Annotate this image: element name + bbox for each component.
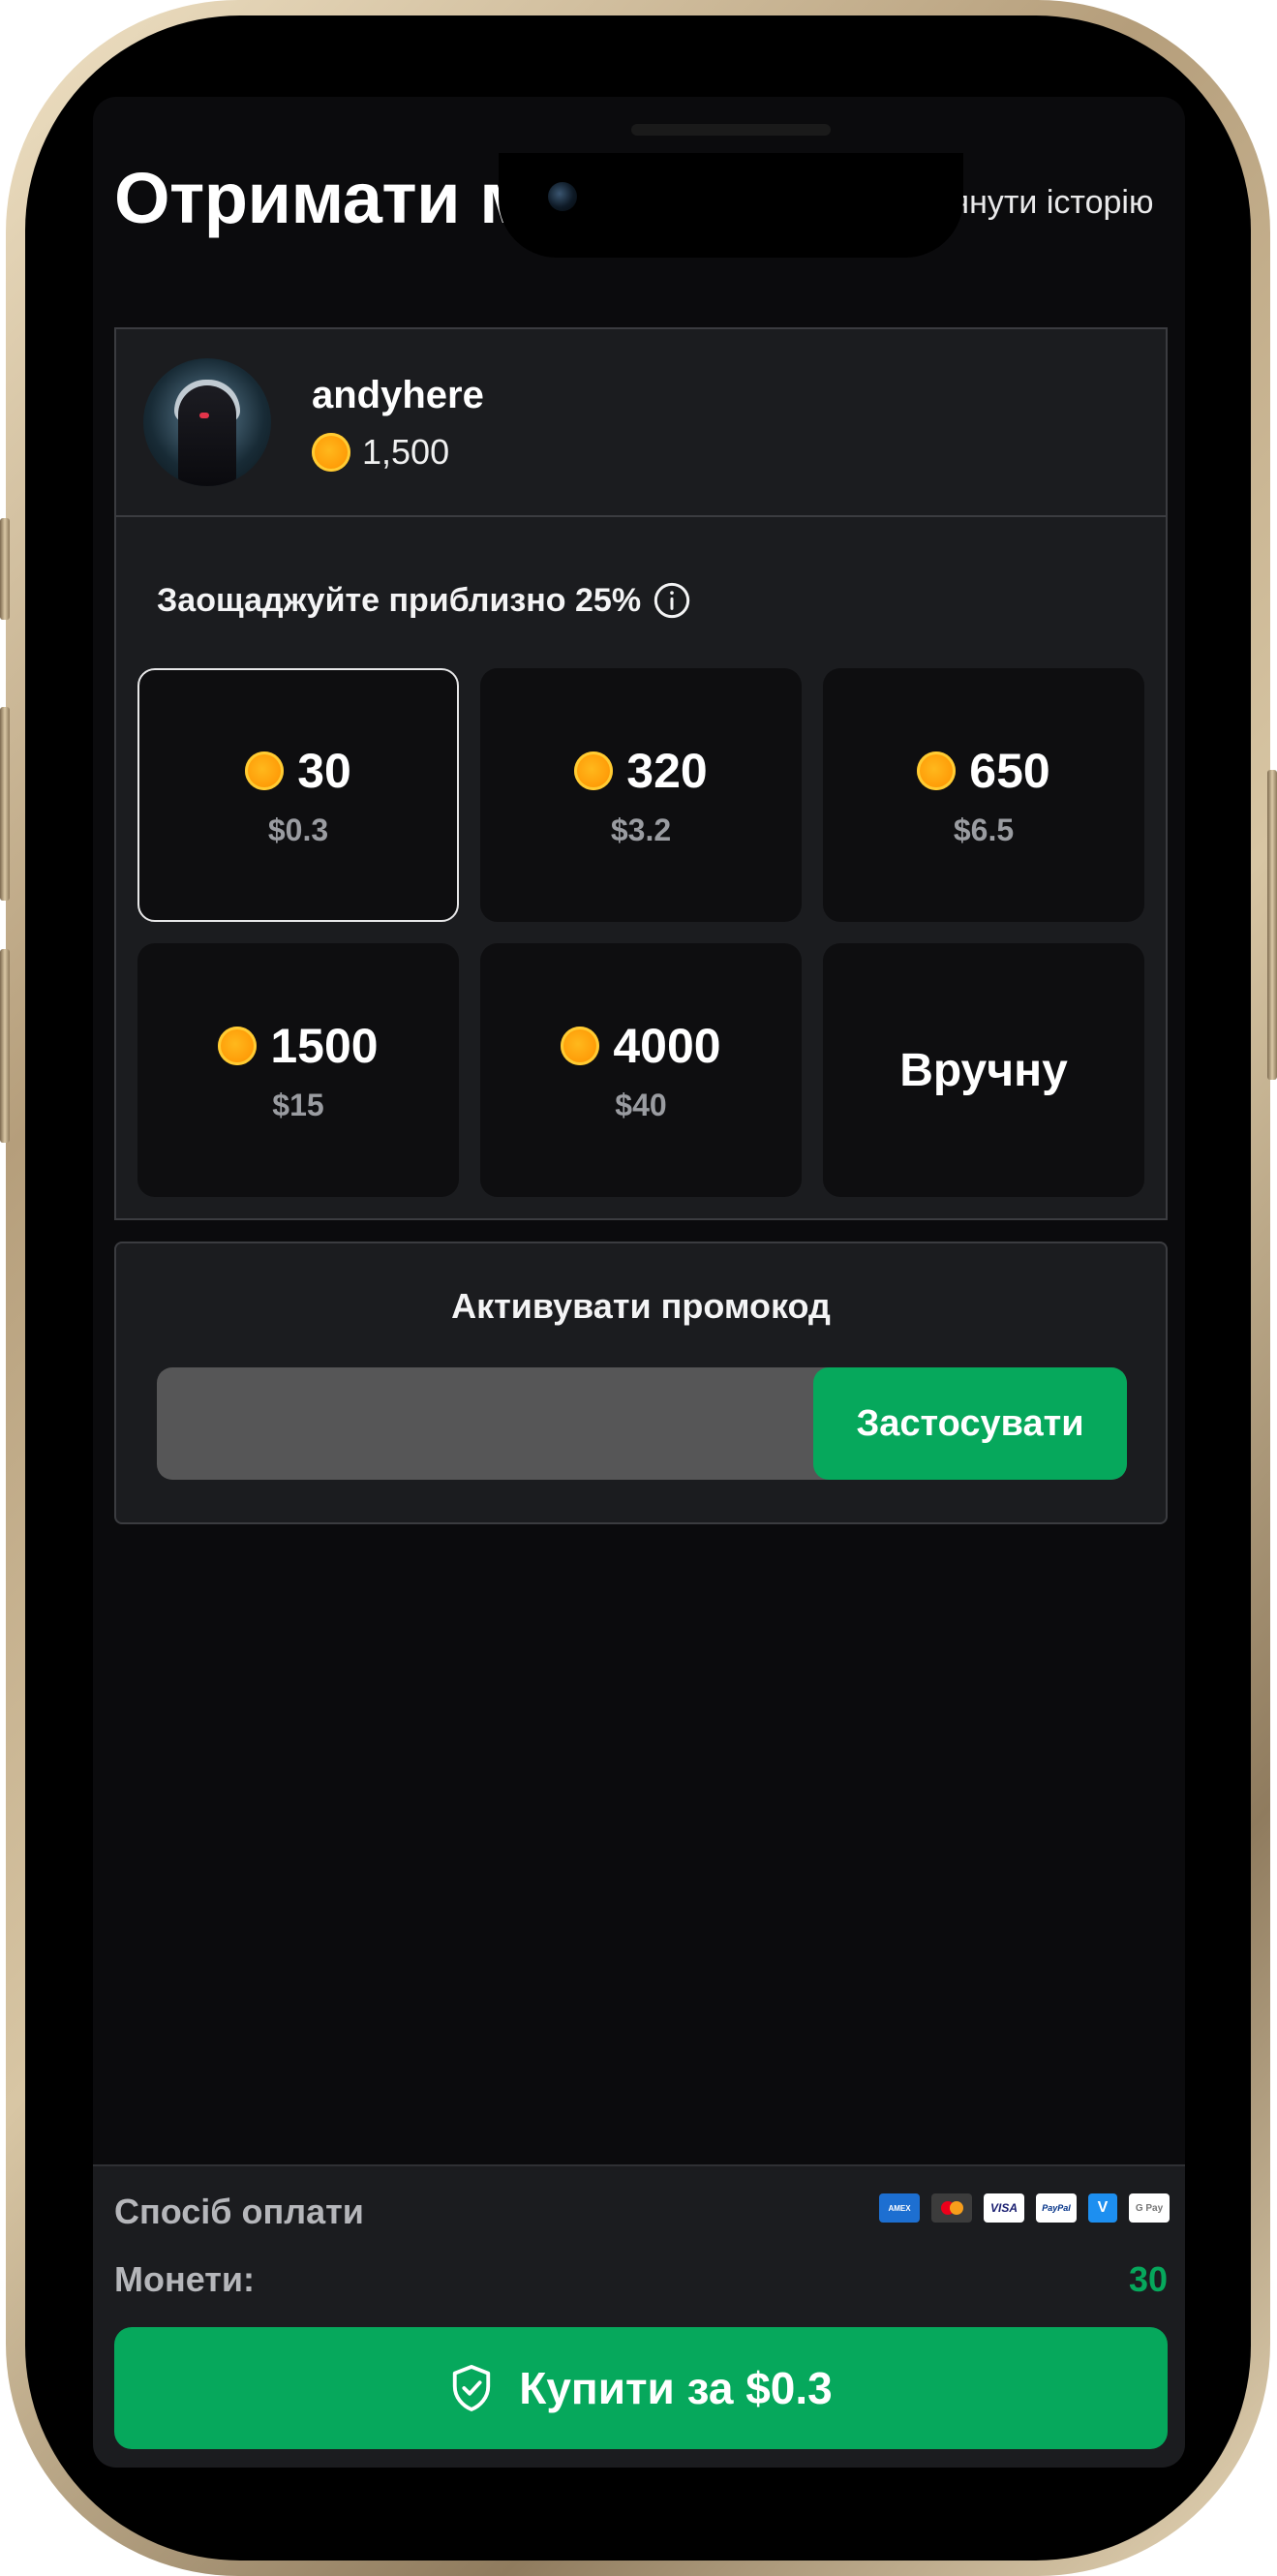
- package-option-30[interactable]: 30 $0.3: [137, 668, 459, 922]
- coin-icon: [561, 1026, 600, 1065]
- buy-button[interactable]: Купити за $0.3: [114, 2327, 1168, 2449]
- package-amount: 30: [245, 743, 351, 799]
- paypal-icon: PayPal: [1036, 2193, 1077, 2223]
- savings-note: Заощаджуйте приблизно 25%: [157, 581, 691, 620]
- package-price: $3.2: [610, 812, 672, 847]
- package-amount-value: 320: [626, 743, 708, 798]
- package-amount: 4000: [561, 1018, 721, 1074]
- coin-packages-panel: Заощаджуйте приблизно 25% 30 $0.3 320 $3…: [114, 515, 1168, 1220]
- package-price: $40: [615, 1087, 667, 1122]
- package-price: $6.5: [953, 812, 1015, 847]
- custom-amount-label: Вручну: [899, 1044, 1068, 1096]
- avatar: [143, 358, 271, 486]
- savings-note-text: Заощаджуйте приблизно 25%: [157, 581, 642, 619]
- coin-icon: [574, 751, 614, 790]
- package-price: $0.3: [267, 812, 329, 847]
- package-option-320[interactable]: 320 $3.2: [480, 668, 802, 922]
- checkout-bar: Спосіб оплати AMEX VISA PayPal V G Pay М…: [93, 2164, 1185, 2468]
- mastercard-icon: [931, 2193, 972, 2223]
- apply-promo-button[interactable]: Застосувати: [813, 1367, 1127, 1480]
- google-pay-icon: G Pay: [1129, 2193, 1170, 2223]
- front-camera: [548, 182, 577, 211]
- venmo-icon: V: [1088, 2193, 1117, 2223]
- payment-method-icons: AMEX VISA PayPal V G Pay: [879, 2193, 1170, 2223]
- package-option-4000[interactable]: 4000 $40: [480, 943, 802, 1197]
- package-amount: 320: [574, 743, 708, 799]
- info-icon[interactable]: [653, 581, 691, 620]
- silent-switch: [0, 518, 10, 620]
- volume-up-button: [0, 707, 10, 901]
- coins-label: Монети:: [114, 2259, 256, 2299]
- package-price: $15: [272, 1087, 324, 1122]
- promo-code-panel: Активувати промокод Застосувати: [114, 1242, 1168, 1524]
- promo-code-title: Активувати промокод: [451, 1286, 831, 1326]
- coin-icon: [245, 751, 285, 790]
- payment-method-label: Спосіб оплати: [114, 2192, 364, 2231]
- speaker-grille: [631, 124, 831, 136]
- buy-button-label: Купити за $0.3: [519, 2363, 833, 2413]
- username: andyhere: [312, 374, 484, 416]
- coins-value: 30: [1128, 2259, 1168, 2299]
- power-button: [1267, 770, 1277, 1080]
- coin-icon: [917, 751, 957, 790]
- package-amount-value: 30: [297, 743, 351, 798]
- promo-code-input[interactable]: [157, 1367, 809, 1480]
- shield-check-icon: [453, 2365, 491, 2411]
- package-amount-value: 1500: [270, 1018, 379, 1073]
- coin-icon: [312, 433, 350, 472]
- volume-down-button: [0, 949, 10, 1143]
- app-screen: Отримати монети Переглянути історію andy…: [93, 97, 1185, 2468]
- package-amount: 1500: [218, 1018, 379, 1074]
- package-option-custom[interactable]: Вручну: [823, 943, 1144, 1197]
- coin-balance-value: 1,500: [362, 432, 450, 472]
- package-amount-value: 650: [969, 743, 1050, 798]
- coin-icon: [218, 1026, 258, 1065]
- package-amount-value: 4000: [613, 1018, 721, 1073]
- account-card: andyhere 1,500: [114, 327, 1168, 515]
- package-option-1500[interactable]: 1500 $15: [137, 943, 459, 1197]
- package-option-650[interactable]: 650 $6.5: [823, 668, 1144, 922]
- package-amount: 650: [917, 743, 1050, 799]
- amex-icon: AMEX: [879, 2193, 920, 2223]
- promo-code-row: Застосувати: [157, 1367, 1127, 1480]
- coin-balance: 1,500: [312, 432, 449, 473]
- visa-icon: VISA: [984, 2193, 1024, 2223]
